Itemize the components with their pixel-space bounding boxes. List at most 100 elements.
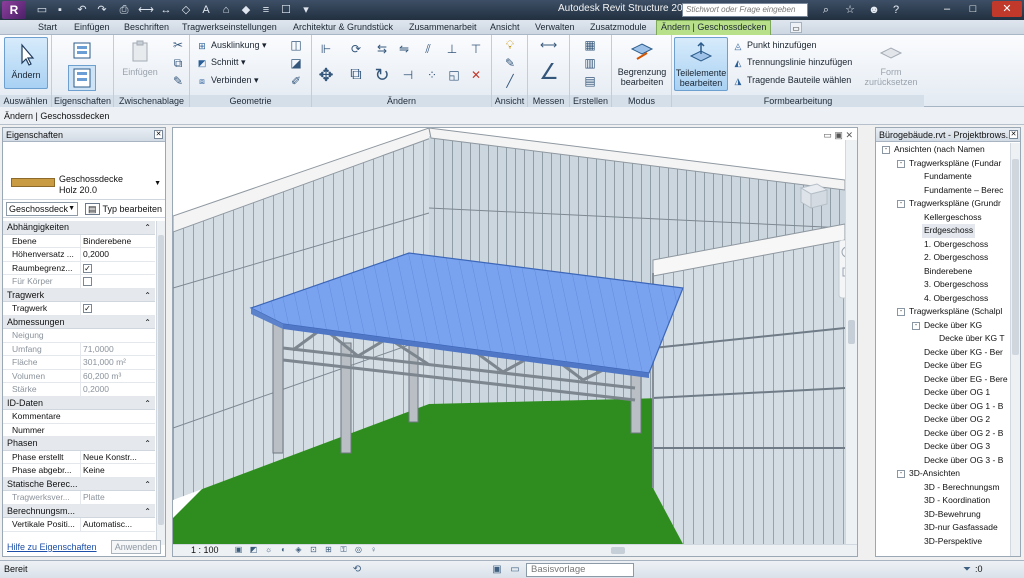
browser-tree-item[interactable]: - Ansichten (nach Namen [876, 143, 1010, 157]
move-icon[interactable]: ✥ [318, 66, 334, 84]
property-checkbox-cell[interactable]: ✓ [80, 302, 153, 316]
override-graphics-icon[interactable]: ✎ [502, 55, 518, 71]
pick-supports-button[interactable]: ◮ Tragende Bauteile wählen [732, 73, 852, 87]
restore-view-icon[interactable]: ▣ [834, 130, 843, 140]
tab-collaborate[interactable]: Zusammenarbeit [409, 21, 477, 35]
browser-tree-item[interactable]: -3D-Ansichten [876, 467, 1010, 481]
browser-tree-item[interactable]: Decke über KG T [876, 332, 1010, 346]
join-button[interactable]: ⧈ Verbinden ▾ [196, 73, 258, 87]
property-value[interactable]: Automatisc... [80, 518, 153, 532]
view-scale[interactable]: 1 : 100 [191, 545, 219, 555]
crop-view-icon[interactable]: ⊡ [308, 545, 319, 555]
browser-tree-item[interactable]: - Decke über KG [876, 319, 1010, 333]
edit-boundary-button[interactable]: Begrenzung bearbeiten [614, 39, 670, 89]
hide-icon[interactable]: 💡︎ [502, 37, 518, 53]
property-group-header[interactable]: Berechnungsm... ⌃ [3, 504, 155, 519]
browser-tree-item[interactable]: 3D-nur Gasfassade [876, 521, 1010, 535]
measure-distance-icon[interactable]: ⟷ [540, 37, 557, 53]
split-face-icon[interactable]: ◪ [288, 55, 304, 71]
browser-tree-item[interactable]: 3D - Koordination [876, 494, 1010, 508]
property-group-header[interactable]: ID-Daten ⌃ [3, 396, 155, 411]
close-button[interactable]: ✕ [992, 1, 1022, 17]
tree-expander-icon[interactable]: - [882, 146, 890, 154]
cut-geometry-button[interactable]: ◩ Schnitt ▾ [196, 55, 246, 69]
wall-join-icon[interactable]: ◫ [288, 37, 304, 53]
3d-view-window[interactable]: ▭ ▣ ✕ 1 : 100 ▣ ◩ ☼ ◐ ◈ ⊡ ⊞ ⚿ ◎ ♀ [172, 127, 858, 557]
browser-tree-item[interactable]: 1. Obergeschoss [876, 238, 1010, 252]
3d-model-viewport[interactable] [173, 128, 845, 544]
browser-tree-item[interactable]: Decke über KG - Ber [876, 346, 1010, 360]
browser-tree-item[interactable]: Decke über OG 2 [876, 413, 1010, 427]
type-properties-icon[interactable] [72, 41, 94, 61]
browser-tree-item[interactable]: 4. Obergeschoss [876, 292, 1010, 306]
align-icon[interactable]: ⊩ [318, 41, 334, 57]
reset-shape-button[interactable]: Form zurücksetzen [862, 39, 920, 89]
browser-tree-item[interactable]: Decke über OG 2 - B [876, 427, 1010, 441]
modify-subelements-button[interactable]: Teilelemente bearbeiten [674, 37, 728, 91]
collapse-icon[interactable]: ⌃ [144, 316, 151, 330]
browser-tree-item[interactable]: 3D-Perspektive [876, 535, 1010, 549]
collapse-icon[interactable]: ⌃ [144, 437, 151, 451]
offset-icon[interactable]: ⟳ [348, 41, 364, 57]
unpin-icon[interactable]: ⊤ [468, 41, 484, 57]
temporary-hide-icon[interactable]: ◎ [353, 545, 364, 555]
close-hidden-icon[interactable]: ☐ [278, 2, 294, 18]
minimize-view-icon[interactable]: ▭ [823, 130, 832, 140]
scale-icon[interactable]: ◱ [446, 67, 462, 83]
array-icon[interactable]: ⁘ [424, 67, 440, 83]
instance-properties-icon[interactable] [68, 65, 96, 91]
minimize-button[interactable]: – [936, 1, 958, 17]
cut-icon[interactable]: ✂ [170, 37, 186, 53]
browser-tree-item[interactable]: Fundamente – Berec [876, 184, 1010, 198]
property-group-header[interactable]: Abhängigkeiten ⌃ [3, 221, 155, 235]
copy-element-icon[interactable]: ⧉ [348, 67, 364, 83]
delete-icon[interactable]: ✕ [468, 67, 484, 83]
browser-tree-item[interactable]: 3. Obergeschoss [876, 278, 1010, 292]
trim-icon[interactable]: ⊣ [400, 67, 416, 83]
property-group-header[interactable]: Tragwerk ⌃ [3, 288, 155, 303]
create-parts-icon[interactable]: ▤ [582, 73, 598, 89]
instance-filter-select[interactable]: Geschossdeck ▼ [6, 202, 78, 216]
star-icon[interactable]: ☆ [842, 2, 858, 18]
close-view-icon[interactable]: ✕ [845, 130, 853, 140]
worksets-icon[interactable]: ⟲ [350, 563, 364, 577]
filter-icon[interactable]: ⏷ [960, 563, 974, 577]
property-group-header[interactable]: Abmessungen ⌃ [3, 315, 155, 330]
close-icon[interactable]: ✕ [1009, 130, 1018, 139]
browser-tree-item[interactable]: Decke über OG 3 - B [876, 454, 1010, 468]
browser-tree-item[interactable]: Decke über OG 3 [876, 440, 1010, 454]
browser-tree-item[interactable]: - Tragwerkspläne (Schalpl [876, 305, 1010, 319]
create-similar-icon[interactable]: ▥ [582, 55, 598, 71]
measure-icon[interactable]: ⟷ [138, 2, 154, 18]
tree-expander-icon[interactable]: - [897, 159, 905, 168]
mirror-draw-icon[interactable]: ⇋ [396, 41, 412, 57]
tab-structure-settings[interactable]: Tragwerkseinstellungen [182, 21, 277, 35]
browser-tree-item[interactable]: Decke über OG 1 [876, 386, 1010, 400]
undo-icon[interactable]: ↶ [74, 2, 90, 18]
design-options-icon[interactable]: ▣ [490, 563, 504, 577]
collapse-icon[interactable]: ⌃ [144, 289, 151, 303]
tree-expander-icon[interactable]: - [897, 200, 905, 208]
collapse-icon[interactable]: ⌃ [144, 505, 151, 519]
tree-expander-icon[interactable]: - [912, 321, 920, 330]
property-value[interactable]: 0,2000 [80, 248, 153, 262]
add-point-button[interactable]: ◬ Punkt hinzufügen [732, 38, 817, 52]
visual-style-icon[interactable]: ◩ [248, 545, 259, 555]
editable-only-icon[interactable]: ▭ [508, 563, 522, 577]
paste-button[interactable]: Einfügen [118, 39, 162, 89]
paint-icon[interactable]: ✐ [288, 73, 304, 89]
browser-tree-item[interactable]: Decke über OG 1 - B [876, 400, 1010, 414]
project-browser-header[interactable]: Bürogebäude.rvt - Projektbrows... ✕ [876, 128, 1020, 142]
collapse-icon[interactable]: ⌃ [144, 397, 151, 411]
show-crop-icon[interactable]: ⊞ [323, 545, 334, 555]
edit-type-button[interactable]: ▤ Typ bearbeiten [85, 202, 162, 216]
property-value[interactable]: Neue Konstr... [80, 450, 153, 464]
linework-icon[interactable]: ╱ [502, 73, 518, 89]
3d-view-icon[interactable]: ⌂ [218, 2, 234, 18]
tab-annotate[interactable]: Beschriften [124, 21, 169, 35]
property-checkbox[interactable]: ✓ [83, 304, 92, 314]
save-icon[interactable]: ▪ [52, 2, 68, 18]
cope-button[interactable]: ⊞ Ausklinkung ▾ [196, 38, 266, 52]
property-group-header[interactable]: Statische Berec... ⌃ [3, 477, 155, 491]
thin-lines-icon[interactable]: ≡ [258, 2, 274, 18]
